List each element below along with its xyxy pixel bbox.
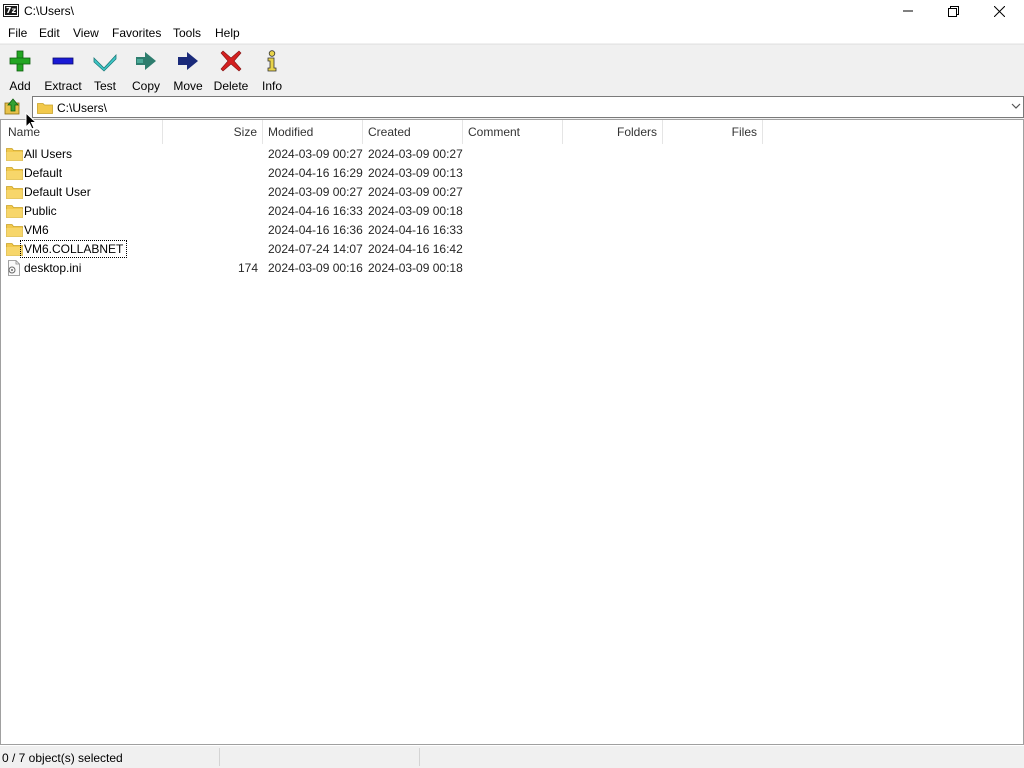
list-item[interactable]: Public 2024-04-16 16:33 2024-03-09 00:18 — [1, 202, 766, 221]
created-date: 2024-03-09 00:27 — [368, 185, 463, 199]
list-item[interactable]: Default 2024-04-16 16:29 2024-03-09 00:1… — [1, 164, 766, 183]
list-item[interactable]: All Users 2024-03-09 00:27 2024-03-09 00… — [1, 145, 766, 164]
minimize-icon — [903, 10, 913, 12]
close-icon — [993, 5, 1005, 17]
title-bar: 7z C:\Users\ — [0, 0, 1024, 22]
address-combobox[interactable]: C:\Users\ — [32, 96, 1024, 118]
menu-edit[interactable]: Edit — [39, 26, 60, 40]
column-header-size[interactable]: Size — [163, 120, 263, 144]
test-button[interactable]: Test — [92, 49, 118, 93]
mouse-cursor-icon — [25, 112, 37, 130]
app-7zip-icon: 7z — [3, 4, 19, 17]
list-item[interactable]: VM6.COLLABNET 2024-07-24 14:07 2024-04-1… — [1, 240, 766, 259]
copy-button[interactable]: Copy — [131, 49, 161, 93]
delete-button[interactable]: Delete — [213, 49, 249, 93]
status-bar: 0 / 7 object(s) selected — [0, 746, 1024, 768]
file-size: 174 — [238, 261, 259, 275]
minus-icon — [51, 49, 75, 72]
modified-date: 2024-04-16 16:29 — [268, 166, 363, 180]
list-item[interactable]: desktop.ini 174 2024-03-09 00:16 2024-03… — [1, 259, 766, 278]
settings-file-icon — [8, 260, 20, 276]
address-row: C:\Users\ — [0, 95, 1024, 119]
modified-date: 2024-04-16 16:33 — [268, 204, 363, 218]
modified-date: 2024-03-09 00:27 — [268, 185, 363, 199]
column-header-created[interactable]: Created — [363, 120, 463, 144]
folder-icon — [6, 205, 23, 218]
close-button[interactable] — [976, 0, 1022, 22]
created-date: 2024-03-09 00:18 — [368, 261, 463, 275]
file-list[interactable]: Name Size Modified Created Comment Folde… — [0, 119, 1024, 745]
created-date: 2024-03-09 00:27 — [368, 147, 463, 161]
folder-icon — [6, 224, 23, 237]
modified-date: 2024-04-16 16:36 — [268, 223, 363, 237]
restore-button[interactable] — [930, 0, 976, 22]
created-date: 2024-04-16 16:42 — [368, 242, 463, 256]
menu-file[interactable]: File — [8, 26, 27, 40]
up-folder-icon — [4, 98, 20, 115]
move-button[interactable]: Move — [172, 49, 204, 93]
toolbar: Add Extract Test Copy Move Delete Info — [0, 44, 1024, 95]
file-name: Default User — [24, 185, 91, 199]
chevron-down-icon — [1011, 103, 1021, 109]
menu-tools[interactable]: Tools — [173, 26, 201, 40]
move-arrow-icon — [176, 49, 200, 72]
info-icon — [260, 49, 284, 72]
modified-date: 2024-03-09 00:16 — [268, 261, 363, 275]
status-divider — [219, 748, 220, 766]
menu-view[interactable]: View — [73, 26, 99, 40]
created-date: 2024-03-09 00:13 — [368, 166, 463, 180]
extract-button[interactable]: Extract — [44, 49, 82, 93]
window-title: C:\Users\ — [24, 4, 75, 18]
restore-icon — [947, 5, 959, 17]
file-name: VM6 — [24, 223, 49, 237]
folder-icon — [37, 103, 53, 114]
up-folder-button[interactable] — [2, 96, 24, 118]
menu-favorites[interactable]: Favorites — [112, 26, 161, 40]
file-name: desktop.ini — [24, 261, 82, 275]
menu-bar: File Edit View Favorites Tools Help — [0, 22, 1024, 44]
address-path: C:\Users\ — [57, 101, 108, 115]
plus-icon — [8, 49, 32, 72]
menu-help[interactable]: Help — [215, 26, 240, 40]
column-header-modified[interactable]: Modified — [263, 120, 363, 144]
info-button[interactable]: Info — [259, 49, 285, 93]
column-header-comment[interactable]: Comment — [463, 120, 563, 144]
add-button[interactable]: Add — [6, 49, 34, 93]
file-name: Default — [24, 166, 63, 180]
created-date: 2024-04-16 16:33 — [368, 223, 463, 237]
folder-icon — [6, 186, 23, 199]
list-item[interactable]: Default User 2024-03-09 00:27 2024-03-09… — [1, 183, 766, 202]
copy-arrow-icon — [134, 49, 158, 72]
folder-icon — [6, 148, 23, 161]
file-name: VM6.COLLABNET — [19, 240, 128, 258]
modified-date: 2024-07-24 14:07 — [268, 242, 363, 256]
folder-icon — [6, 167, 23, 180]
file-name: Public — [24, 204, 57, 218]
list-item[interactable]: VM6 2024-04-16 16:36 2024-04-16 16:33 — [1, 221, 766, 240]
column-header-folders[interactable]: Folders — [563, 120, 663, 144]
minimize-button[interactable] — [885, 0, 931, 22]
status-divider — [419, 748, 420, 766]
delete-x-icon — [219, 49, 243, 72]
column-header-files[interactable]: Files — [663, 120, 763, 144]
created-date: 2024-03-09 00:18 — [368, 204, 463, 218]
modified-date: 2024-03-09 00:27 — [268, 147, 363, 161]
checkmark-icon — [93, 49, 117, 72]
file-name: All Users — [24, 147, 73, 161]
status-text: 0 / 7 object(s) selected — [2, 751, 123, 765]
